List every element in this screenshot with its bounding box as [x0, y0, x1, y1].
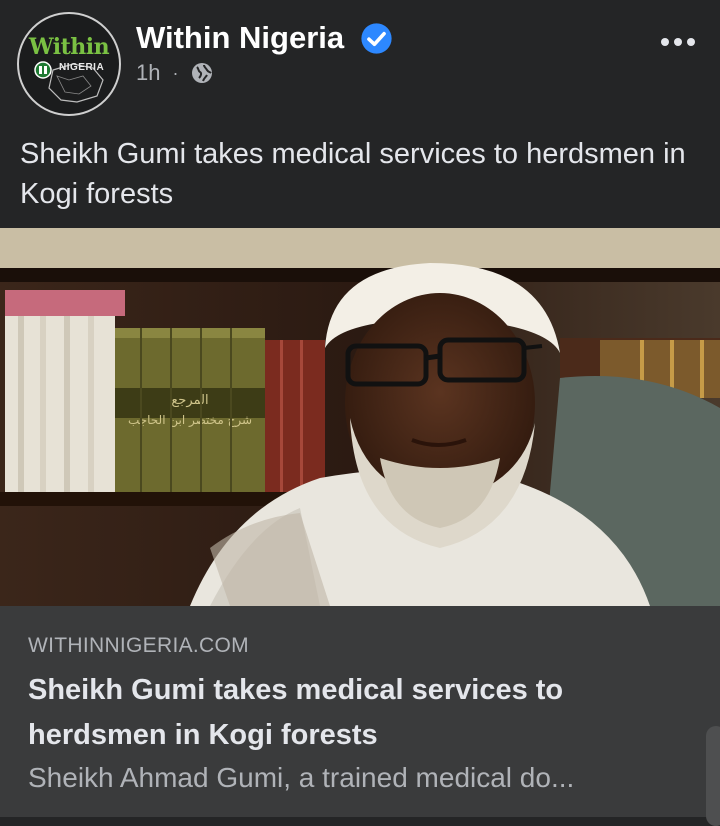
post-text: Sheikh Gumi takes medical services to he… [20, 138, 686, 210]
book-spine-text-2: شرح مختصر ابن الحاجب [128, 413, 252, 428]
avatar-subword: NIGERIA [59, 62, 105, 73]
meta-separator: · [172, 62, 179, 83]
photo-illustration: المرجع شرح مختصر ابن الحاجب [0, 228, 720, 606]
more-options-button[interactable] [658, 22, 698, 62]
post-meta: 1h · [136, 60, 214, 86]
book-spine-text-1: المرجع [171, 393, 208, 408]
link-description: Sheikh Ahmad Gumi, a trained medical do.… [28, 762, 575, 793]
verified-badge-icon [361, 23, 392, 54]
post-header: Within NIGERIA Within Nigeria 1h · [0, 0, 720, 120]
globe-icon [192, 63, 213, 83]
more-dot [687, 38, 695, 46]
avatar-wordmark: Within [28, 34, 110, 60]
link-title[interactable]: Sheikh Gumi takes medical services to he… [28, 668, 688, 758]
scrollbar-thumb[interactable] [706, 726, 720, 826]
more-dot [674, 38, 682, 46]
page-avatar[interactable]: Within NIGERIA [17, 12, 121, 116]
page-name-link[interactable]: Within Nigeria [136, 20, 344, 56]
post-time[interactable]: 1h [136, 60, 160, 86]
more-dot [661, 38, 669, 46]
link-domain: WITHINNIGERIA.COM [28, 634, 249, 657]
post-photo[interactable]: المرجع شرح مختصر ابن الحاجب [0, 228, 720, 606]
